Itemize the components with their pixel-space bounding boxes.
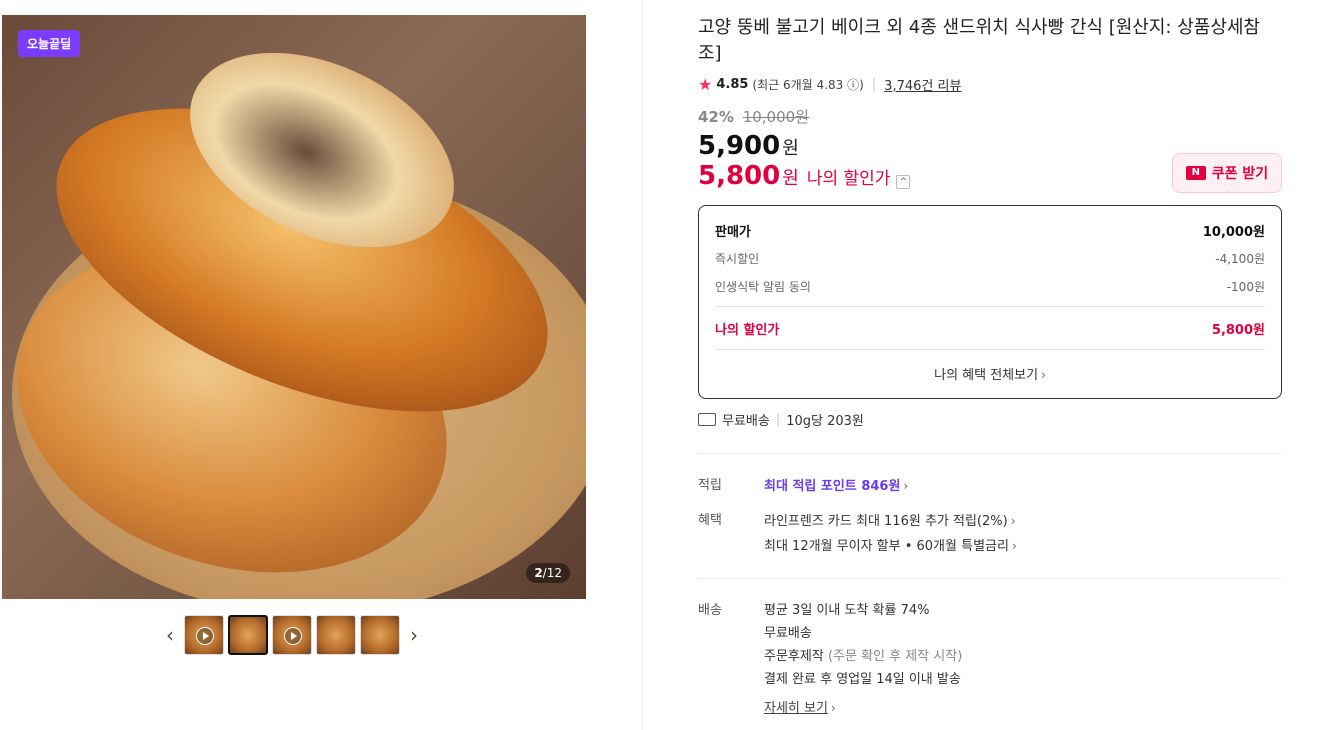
shipping-summary: 무료배송 | 10g당 203원 — [698, 410, 864, 429]
divider — [698, 453, 1282, 454]
chevron-right-icon: › — [1011, 539, 1017, 553]
breakdown-total-row: 나의 할인가 5,800원 — [715, 323, 1265, 338]
original-price: 10,000원 — [742, 108, 809, 126]
divider — [698, 578, 1282, 579]
thumbnail-strip: ‹ › — [160, 614, 424, 656]
thumbnail[interactable] — [316, 615, 356, 655]
chevron-right-icon: › — [1010, 514, 1016, 528]
rating-score: 4.85 — [716, 77, 749, 92]
discount-row: 42% 10,000원 — [698, 106, 1282, 127]
thumbnail[interactable] — [360, 615, 400, 655]
main-product-image[interactable]: 오늘끝딜 2/12 — [2, 15, 586, 599]
delivery-details-link[interactable]: 자세히 보기 › — [764, 697, 962, 720]
view-all-benefits-link[interactable]: 나의 혜택 전체보기 › — [699, 364, 1281, 383]
breakdown-row: 판매가 10,000원 — [715, 225, 1265, 240]
info-icon[interactable]: ⓘ — [847, 78, 859, 92]
chevron-up-icon[interactable]: ^ — [896, 175, 911, 189]
truck-icon — [698, 413, 716, 426]
price-breakdown-box: 판매가 10,000원 즉시할인 -4,100원 인생식탁 알림 동의 -100원 나… — [698, 205, 1282, 399]
coupon-n-icon: N — [1185, 166, 1206, 180]
chevron-right-icon: › — [903, 479, 909, 493]
star-icon: ★ — [698, 75, 713, 94]
play-icon — [196, 627, 214, 645]
chevron-right-icon: › — [830, 701, 836, 715]
gallery-panel: 오늘끝딜 2/12 ‹ › — [0, 0, 643, 730]
discount-percent: 42% — [698, 108, 734, 126]
divider — [715, 349, 1265, 350]
breakdown-row: 즉시할인 -4,100원 — [715, 252, 1265, 266]
review-count-link[interactable]: 3,746건 리뷰 — [884, 75, 961, 94]
coupon-button[interactable]: N 쿠폰 받기 — [1172, 153, 1282, 193]
rating-row: ★ 4.85 (최근 6개월 4.83 ⓘ) | 3,746건 리뷰 — [698, 75, 962, 94]
thumbnail-selected[interactable] — [228, 615, 268, 655]
card-benefit-link[interactable]: 라인프렌즈 카드 최대 116원 추가 적립(2%) › — [764, 509, 1017, 534]
points-link[interactable]: 최대 적립 포인트 846원 › — [764, 474, 908, 499]
divider — [715, 306, 1265, 307]
recent-rating: (최근 6개월 4.83 ⓘ) — [752, 78, 864, 92]
chevron-right-icon[interactable]: › — [404, 623, 424, 647]
today-deal-badge: 오늘끝딜 — [18, 30, 81, 57]
chevron-right-icon: › — [1041, 368, 1046, 382]
play-icon — [284, 627, 302, 645]
installment-link[interactable]: 최대 12개월 무이자 할부 • 60개월 특별금리 › — [764, 534, 1017, 559]
thumbnail-video[interactable] — [184, 615, 224, 655]
breakdown-row: 인생식탁 알림 동의 -100원 — [715, 280, 1265, 294]
thumbnail[interactable] — [272, 615, 312, 655]
image-counter: 2/12 — [526, 563, 570, 583]
product-title: 고양 뚱베 불고기 베이크 외 4종 샌드위치 식사빵 간식 [원산지: 상품상… — [698, 17, 1260, 64]
chevron-left-icon[interactable]: ‹ — [160, 623, 180, 647]
product-info-panel: 고양 뚱베 불고기 베이크 외 4종 샌드위치 식사빵 간식 [원산지: 상품상… — [698, 0, 1282, 716]
